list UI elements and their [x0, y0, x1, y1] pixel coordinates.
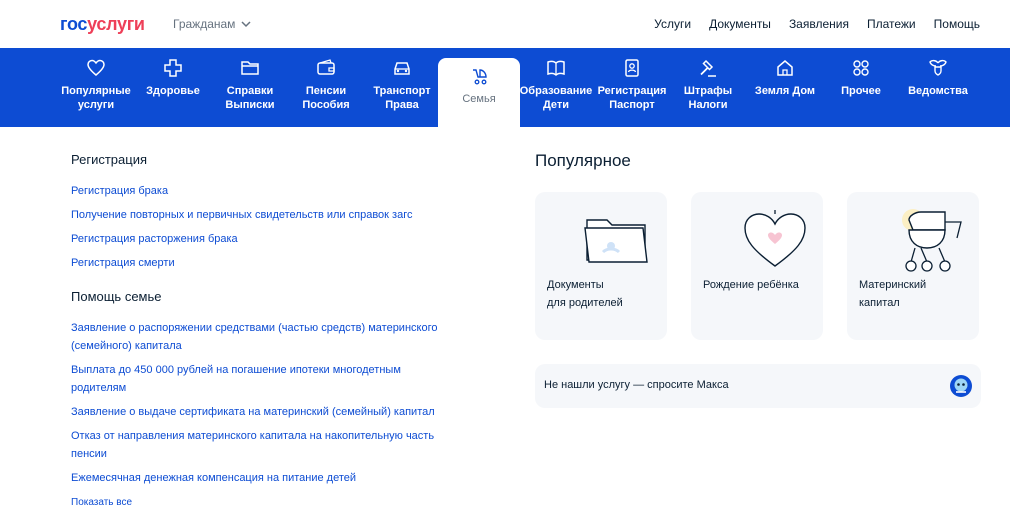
category-certificates[interactable]: Справки Выписки — [216, 58, 284, 127]
category-transport[interactable]: Транспорт Права — [368, 58, 436, 127]
link-capital-certificate[interactable]: Заявление о выдаче сертификата на матери… — [71, 403, 491, 421]
heart-illustration-icon — [744, 210, 806, 267]
stroller-illustration-icon — [902, 209, 962, 272]
folder-icon — [241, 61, 259, 75]
link-capital-refusal[interactable]: Отказ от направления материнского капита… — [71, 427, 491, 463]
plus-icon — [164, 59, 182, 77]
book-icon — [547, 60, 565, 77]
link-maternity-capital-disposal[interactable]: Заявление о распоряжении средствами (час… — [71, 319, 491, 355]
category-fines[interactable]: Штрафы Налоги — [676, 58, 740, 127]
category-popular[interactable]: Популярные услуги — [60, 58, 132, 127]
family-help-title: Помощь семье — [71, 289, 162, 304]
audience-selector[interactable]: Гражданам — [173, 17, 251, 31]
link-mortgage-payment[interactable]: Выплата до 450 000 рублей на погашение и… — [71, 361, 491, 397]
grid-icon — [853, 60, 869, 76]
category-land-house[interactable]: Земля Дом — [750, 58, 820, 127]
ask-max-text: Не нашли услугу — спросите Макса — [544, 379, 729, 391]
card-maternity-capital[interactable]: Материнский капитал — [847, 192, 979, 340]
nav-help[interactable]: Помощь — [934, 17, 980, 31]
category-family[interactable]: Семья — [438, 58, 520, 127]
folder-illustration-icon — [584, 219, 648, 263]
robot-assistant-icon[interactable] — [949, 374, 973, 398]
registration-title: Регистрация — [71, 152, 147, 167]
card-label: Материнский капитал — [859, 279, 927, 309]
popular-title: Популярное — [535, 151, 631, 170]
card-label: Рождение ребёнка — [703, 279, 799, 291]
category-agencies[interactable]: Ведомства — [904, 58, 972, 127]
car-icon — [394, 62, 410, 75]
link-food-compensation[interactable]: Ежемесячная денежная компенсация на пита… — [71, 469, 491, 487]
house-icon — [777, 60, 793, 76]
card-child-birth[interactable]: Рождение ребёнка — [691, 192, 823, 340]
category-education[interactable]: Образование Дети — [520, 58, 592, 127]
show-all-link[interactable]: Показать все — [71, 497, 491, 508]
nav-documents[interactable]: Документы — [709, 17, 771, 31]
emblem-icon — [929, 59, 947, 76]
family-services-column: Регистрация Регистрация брака Получение … — [71, 152, 491, 508]
category-pensions[interactable]: Пенсии Пособия — [294, 58, 358, 127]
nav-services[interactable]: Услуги — [654, 17, 691, 31]
link-divorce-registration[interactable]: Регистрация расторжения брака — [71, 230, 491, 248]
category-bar: Популярные услуги Здоровье Справки Выпис… — [0, 48, 1010, 127]
heart-icon — [87, 59, 105, 76]
card-parent-documents[interactable]: Документы для родителей — [535, 192, 667, 340]
site-header: госуслуги Гражданам Услуги Документы Зая… — [0, 0, 1010, 48]
link-death-registration[interactable]: Регистрация смерти — [71, 254, 491, 272]
chevron-down-icon — [241, 21, 251, 28]
nav-payments[interactable]: Платежи — [867, 17, 916, 31]
passport-icon — [625, 59, 639, 77]
gosuslugi-logo[interactable]: госуслуги — [60, 14, 145, 35]
gavel-icon — [700, 59, 716, 77]
link-marriage-registration[interactable]: Регистрация брака — [71, 182, 491, 200]
wallet-icon — [317, 59, 335, 75]
stroller-icon — [473, 69, 487, 85]
category-health[interactable]: Здоровье — [142, 58, 204, 127]
ask-max-banner[interactable]: Не нашли услугу — спросите Макса — [535, 364, 981, 408]
category-other[interactable]: Прочее — [828, 58, 894, 127]
card-label: Документы для родителей — [547, 279, 623, 309]
nav-applications[interactable]: Заявления — [789, 17, 849, 31]
link-zags-certificates[interactable]: Получение повторных и первичных свидетел… — [71, 206, 491, 224]
top-navigation: Услуги Документы Заявления Платежи Помощ… — [654, 17, 980, 31]
category-registration[interactable]: Регистрация Паспорт — [598, 58, 666, 127]
